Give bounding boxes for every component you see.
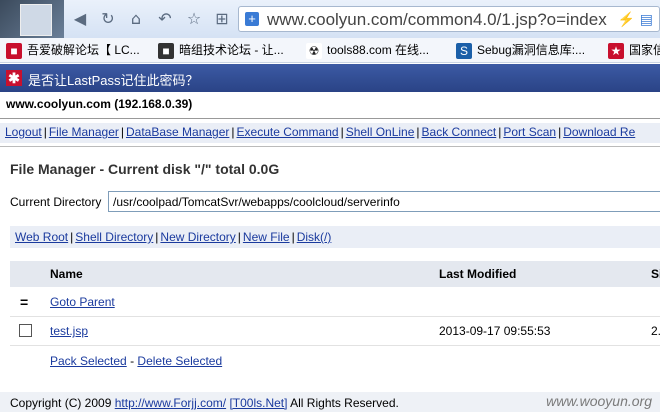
page-title: File Manager - Current disk "/" total 0.… — [10, 161, 280, 177]
shell-directory-link[interactable]: Shell Directory — [75, 230, 153, 244]
disk-link[interactable]: Disk(/) — [297, 230, 332, 244]
column-name: Name — [50, 267, 83, 281]
browser-toolbar: ◀ ↻ ⌂ ↶ ☆ ⊞ + www.coolyun.com/common4.0/… — [0, 0, 660, 39]
red-square-icon: ■ — [6, 42, 22, 59]
address-url[interactable]: www.coolyun.com/common4.0/1.jsp?o=index — [267, 10, 607, 30]
grid-icon[interactable]: ⊞ — [212, 9, 232, 29]
web-root-link[interactable]: Web Root — [15, 230, 68, 244]
lastpass-icon: ✱ — [6, 70, 22, 86]
menu-port-scan[interactable]: Port Scan — [503, 125, 556, 139]
rights-text: All Rights Reserved. — [290, 396, 399, 410]
menu-shell-online[interactable]: Shell OnLine — [346, 125, 415, 139]
home-icon[interactable]: ⌂ — [126, 9, 146, 29]
t00ls-link[interactable]: [T00ls.Net] — [229, 396, 287, 410]
main-menu: Logout | File Manager | DataBase Manager | Exe… — [0, 123, 660, 143]
bookmark-item[interactable]: ■ 吾爱破解论坛【 LC... — [6, 41, 140, 59]
file-select-checkbox[interactable] — [19, 324, 32, 337]
page-icon[interactable]: ▤ — [640, 11, 653, 28]
current-directory-input[interactable] — [108, 191, 660, 212]
bookmark-item[interactable]: ■ 暗组技术论坛 - 让... — [158, 41, 284, 59]
menu-execute-command[interactable]: Execute Command — [237, 125, 339, 139]
file-size: 2. — [651, 324, 660, 338]
forjj-link[interactable]: http://www.Forjj.com/ — [115, 396, 226, 410]
watermark: www.wooyun.org — [546, 393, 652, 409]
pack-selected-link[interactable]: Pack Selected — [50, 354, 127, 368]
s-logo-icon: S — [456, 42, 472, 59]
action-separator: - — [130, 354, 135, 368]
host-info: www.coolyun.com (192.168.0.39) — [6, 97, 193, 111]
bookmark-item[interactable]: S Sebug漏洞信息库:... — [456, 41, 585, 59]
directory-nav: Web Root | Shell Directory | New Directory | N… — [10, 226, 660, 248]
column-size: Si — [651, 267, 660, 281]
gov-icon: ★ — [608, 42, 624, 59]
new-file-link[interactable]: New File — [243, 230, 290, 244]
address-bar[interactable]: + www.coolyun.com/common4.0/1.jsp?o=inde… — [238, 6, 660, 32]
selection-actions: Pack Selected - Delete Selected — [50, 354, 222, 368]
current-directory-label: Current Directory — [10, 195, 102, 209]
file-modified: 2013-09-17 09:55:53 — [439, 324, 551, 338]
file-table-header: Name Last Modified Si — [10, 261, 660, 287]
menu-logout[interactable]: Logout — [5, 125, 42, 139]
copyright-text: Copyright (C) 2009 — [10, 396, 112, 410]
undo-icon[interactable]: ↶ — [155, 9, 175, 29]
table-row: test.jsp 2013-09-17 09:55:53 2. — [10, 317, 660, 346]
bookmark-item[interactable]: ☢ tools88.com 在线... — [306, 41, 429, 59]
table-row: = Goto Parent — [10, 288, 660, 317]
menu-database-manager[interactable]: DataBase Manager — [126, 125, 229, 139]
column-last-modified: Last Modified — [439, 267, 517, 281]
bookmark-item[interactable]: ★国家信 — [608, 41, 660, 59]
back-icon[interactable]: ◀ — [70, 9, 90, 29]
profile-avatar[interactable] — [0, 0, 64, 38]
parent-dir-icon: = — [20, 294, 29, 310]
flash-icon[interactable]: ⚡ — [618, 11, 635, 28]
menu-back-connect[interactable]: Back Connect — [422, 125, 497, 139]
lastpass-message: 是否让LastPass记住此密码？ — [28, 73, 199, 88]
goto-parent-link[interactable]: Goto Parent — [50, 295, 115, 309]
star-icon[interactable]: ☆ — [184, 9, 204, 29]
menu-download-remote[interactable]: Download Re — [563, 125, 635, 139]
divider — [0, 146, 660, 147]
site-icon: + — [245, 12, 259, 26]
bookmarks-bar: ■ 吾爱破解论坛【 LC... ■ 暗组技术论坛 - 让... ☢ tools88.c… — [0, 38, 660, 63]
dark-square-icon: ■ — [158, 42, 174, 59]
new-directory-link[interactable]: New Directory — [160, 230, 235, 244]
lastpass-notification-bar: ✱ 是否让LastPass记住此密码？ — [0, 64, 660, 92]
divider — [0, 118, 660, 119]
menu-file-manager[interactable]: File Manager — [49, 125, 119, 139]
file-name-link[interactable]: test.jsp — [50, 324, 88, 338]
refresh-icon[interactable]: ↻ — [98, 9, 118, 29]
radiation-icon: ☢ — [306, 42, 322, 59]
delete-selected-link[interactable]: Delete Selected — [137, 354, 222, 368]
